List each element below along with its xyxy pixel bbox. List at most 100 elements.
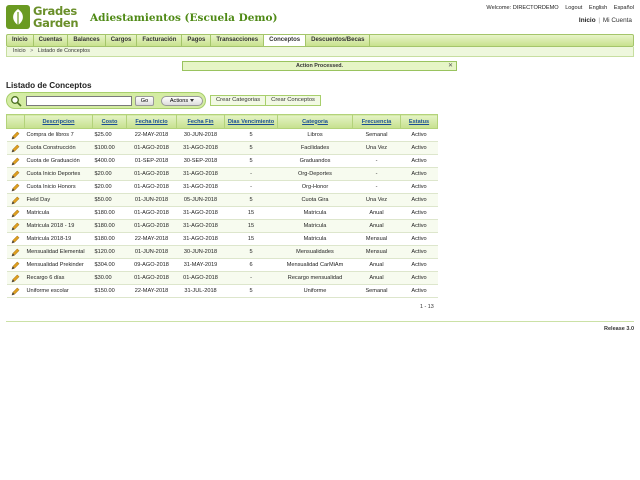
go-button[interactable]: Go [135, 96, 154, 106]
cell-fecha-inicio: 01-AGO-2018 [126, 167, 177, 181]
pencil-icon [11, 235, 20, 243]
inicio-link[interactable]: Inicio [579, 17, 596, 24]
tab-inicio[interactable]: Inicio [7, 35, 34, 46]
cell-costo: $180.00 [92, 206, 127, 220]
cell-descripcion: Matricula [24, 206, 93, 220]
logo-text: Grades Garden [33, 5, 79, 30]
logout-link[interactable]: Logout [565, 5, 582, 11]
logo-line-2: Garden [33, 16, 79, 30]
cell-costo: $150.00 [92, 284, 127, 298]
breadcrumb-separator: > [30, 48, 34, 54]
table-row: Matricula 2018-19 $180.00 22-MAY-2018 31-AG… [6, 232, 438, 246]
cell-fecha-inicio: 01-AGO-2018 [126, 219, 177, 233]
cell-descripcion: Field Day [24, 193, 93, 207]
cell-dias-vencimiento: - [224, 180, 278, 194]
pencil-icon [11, 222, 20, 230]
tab-balances[interactable]: Balances [68, 35, 106, 46]
edit-cell[interactable] [6, 245, 25, 259]
cell-dias-vencimiento: - [224, 271, 278, 285]
breadcrumb-current: Listado de Conceptos [37, 48, 90, 54]
cell-descripcion: Uniforme escolar [24, 284, 93, 298]
espanol-link[interactable]: Español [614, 5, 634, 11]
header-costo[interactable]: Costo [92, 114, 127, 129]
cell-fecha-fin: 30-JUN-2018 [176, 245, 225, 259]
cell-descripcion: Cuota Inicio Deportes [24, 167, 93, 181]
edit-cell[interactable] [6, 193, 25, 207]
cell-dias-vencimiento: - [224, 167, 278, 181]
edit-cell[interactable] [6, 141, 25, 155]
tab-transacciones[interactable]: Transacciones [211, 35, 265, 46]
crear-categorias-button[interactable]: Crear Categorias [211, 96, 267, 105]
logo[interactable]: Grades Garden [6, 5, 86, 31]
tab-pagos[interactable]: Pagos [182, 35, 212, 46]
actions-button[interactable]: Actions [161, 96, 203, 106]
close-icon[interactable]: ✕ [448, 62, 453, 70]
table-row: Cuota de Graduación $400.00 01-SEP-2018 30-… [6, 154, 438, 168]
header-dias-vencimiento[interactable]: Dias Vencimiento [224, 114, 278, 129]
cell-estatus: Activo [400, 245, 438, 259]
cell-categoria: Cuota Gira [277, 193, 353, 207]
edit-cell[interactable] [6, 284, 25, 298]
cell-dias-vencimiento: 15 [224, 219, 278, 233]
tab-conceptos[interactable]: Conceptos [264, 35, 307, 46]
edit-cell[interactable] [6, 232, 25, 246]
cell-descripcion: Cuota de Graduación [24, 154, 93, 168]
tab-cargos[interactable]: Cargos [106, 35, 138, 46]
cell-fecha-inicio: 01-JUN-2018 [126, 245, 177, 259]
cell-costo: $120.00 [92, 245, 127, 259]
cell-frecuencia: - [352, 154, 401, 168]
cell-categoria: Recargo mensualidad [277, 271, 353, 285]
edit-cell[interactable] [6, 180, 25, 194]
search-input[interactable] [26, 96, 132, 106]
breadcrumb-home[interactable]: Inicio [13, 48, 26, 54]
cell-frecuencia: Semanal [352, 128, 401, 142]
edit-cell[interactable] [6, 271, 25, 285]
cell-dias-vencimiento: 15 [224, 206, 278, 220]
chevron-down-icon [190, 99, 195, 103]
edit-cell[interactable] [6, 258, 25, 272]
cell-fecha-inicio: 22-MAY-2018 [126, 232, 177, 246]
top-links: Welcome: DIRECTORDEMO Logout English Esp… [481, 5, 634, 11]
english-link[interactable]: English [589, 5, 607, 11]
tab-facturacion[interactable]: Facturación [137, 35, 183, 46]
header-frecuencia[interactable]: Frecuencia [352, 114, 401, 129]
crear-conceptos-button[interactable]: Crear Conceptos [266, 96, 320, 105]
pencil-icon [11, 209, 20, 217]
cell-categoria: Mensualidad CarMiAm [277, 258, 353, 272]
cell-estatus: Activo [400, 206, 438, 220]
edit-cell[interactable] [6, 128, 25, 142]
tab-cuentas[interactable]: Cuentas [34, 35, 69, 46]
welcome-text: Welcome: DIRECTORDEMO [486, 5, 559, 11]
pager: 1 - 13 [420, 304, 434, 310]
cell-categoria: Org-Honor [277, 180, 353, 194]
header-estatus[interactable]: Estatus [400, 114, 438, 129]
edit-cell[interactable] [6, 206, 25, 220]
mi-cuenta-link[interactable]: Mi Cuenta [603, 17, 632, 24]
cell-fecha-inicio: 01-AGO-2018 [126, 180, 177, 194]
cell-categoria: Mensualidades [277, 245, 353, 259]
header-fecha-inicio[interactable]: Fecha Inicio [126, 114, 177, 129]
table-row: Compra de libros 7 $25.00 22-MAY-2018 30-JU… [6, 128, 438, 142]
edit-cell[interactable] [6, 154, 25, 168]
pencil-icon [11, 183, 20, 191]
header-categoria[interactable]: Categoria [277, 114, 353, 129]
header-fecha-fin[interactable]: Fecha Fin [176, 114, 225, 129]
edit-cell[interactable] [6, 219, 25, 233]
pencil-icon [11, 131, 20, 139]
cell-costo: $20.00 [92, 167, 127, 181]
cell-dias-vencimiento: 5 [224, 154, 278, 168]
page-title: Listado de Conceptos [6, 81, 92, 90]
cell-descripcion: Mensualidad Prekinder [24, 258, 93, 272]
cell-frecuencia: Mensual [352, 232, 401, 246]
edit-cell[interactable] [6, 167, 25, 181]
cell-frecuencia: - [352, 167, 401, 181]
cell-categoria: Matricula [277, 219, 353, 233]
table-row: Matricula $180.00 01-AGO-2018 31-AGO-2018 15… [6, 206, 438, 220]
cell-fecha-inicio: 01-AGO-2018 [126, 271, 177, 285]
header-descripcion[interactable]: Descripcion [24, 114, 93, 129]
cell-estatus: Activo [400, 271, 438, 285]
tab-descuentos-becas[interactable]: Descuentos/Becas [306, 35, 371, 46]
cell-estatus: Activo [400, 193, 438, 207]
cell-fecha-fin: 31-AGO-2018 [176, 219, 225, 233]
cell-costo: $30.00 [92, 271, 127, 285]
